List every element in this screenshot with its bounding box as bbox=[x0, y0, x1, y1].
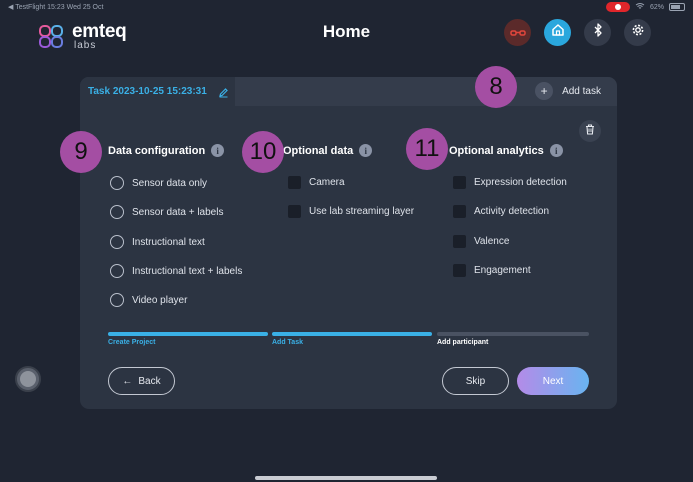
checkbox[interactable] bbox=[288, 205, 301, 218]
radio-circle[interactable] bbox=[110, 293, 124, 307]
progress-step-create-project bbox=[108, 332, 268, 336]
info-icon[interactable]: i bbox=[549, 144, 563, 157]
radio-option[interactable]: Instructional text bbox=[110, 235, 205, 249]
checkbox-label: Expression detection bbox=[474, 177, 567, 188]
status-time: 15:23 bbox=[47, 4, 65, 11]
checkbox-option[interactable]: Use lab streaming layer bbox=[288, 205, 414, 218]
back-button-label: Back bbox=[138, 375, 161, 387]
optional-analytics-title: Optional analytics i bbox=[449, 144, 563, 157]
add-task-button[interactable]: + Add task bbox=[535, 82, 601, 100]
progress-label-add-participant: Add participant bbox=[437, 339, 489, 346]
progress-label-create-project: Create Project bbox=[108, 339, 156, 346]
status-bar-left: ◀ TestFlight 15:23 Wed 25 Oct bbox=[8, 3, 103, 11]
radio-circle[interactable] bbox=[110, 176, 124, 190]
progress-step-add-task bbox=[272, 332, 432, 336]
trash-icon bbox=[585, 122, 595, 140]
tab-task[interactable]: Task 2023-10-25 15:23:31 bbox=[80, 77, 235, 106]
checkbox[interactable] bbox=[453, 176, 466, 189]
glasses-button[interactable] bbox=[504, 19, 531, 46]
battery-percent: 62% bbox=[649, 3, 664, 11]
assistive-touch-button[interactable] bbox=[15, 366, 41, 392]
optional-data-title: Optional data i bbox=[283, 144, 373, 157]
checkbox[interactable] bbox=[453, 235, 466, 248]
task-setup-card: Task 2023-10-25 15:23:31 + Add task Data… bbox=[80, 77, 617, 409]
back-to-app-link[interactable]: ◀ TestFlight bbox=[8, 4, 45, 11]
optional-analytics-label: Optional analytics bbox=[449, 144, 544, 157]
checkbox-option[interactable]: Camera bbox=[288, 176, 345, 189]
add-task-label: Add task bbox=[562, 85, 601, 97]
radio-option[interactable]: Sensor data only bbox=[110, 176, 207, 190]
logo-sub-text: labs bbox=[74, 40, 97, 51]
screen-recording-icon bbox=[605, 2, 630, 12]
progress-step-add-participant bbox=[437, 332, 589, 336]
next-button[interactable]: Next bbox=[517, 367, 589, 395]
task-tab-label: Task 2023-10-25 15:23:31 bbox=[88, 86, 207, 97]
bluetooth-icon bbox=[593, 23, 603, 42]
delete-task-button[interactable] bbox=[579, 120, 601, 142]
radio-label: Sensor data + labels bbox=[132, 206, 224, 218]
data-configuration-title: Data configuration i bbox=[108, 144, 225, 157]
callout-marker-8: 8 bbox=[475, 66, 517, 108]
checkbox-label: Use lab streaming layer bbox=[309, 206, 415, 217]
home-indicator[interactable] bbox=[255, 476, 437, 480]
checkbox-label: Engagement bbox=[474, 265, 531, 276]
radio-circle[interactable] bbox=[110, 235, 124, 249]
settings-button[interactable] bbox=[624, 19, 651, 46]
checkbox[interactable] bbox=[288, 176, 301, 189]
battery-icon bbox=[669, 3, 685, 11]
home-button[interactable] bbox=[544, 19, 571, 46]
callout-marker-10: 10 bbox=[242, 131, 284, 173]
checkbox-option[interactable]: Engagement bbox=[453, 264, 531, 277]
radio-label: Video player bbox=[132, 294, 188, 306]
checkbox-option[interactable]: Valence bbox=[453, 235, 509, 248]
wifi-icon bbox=[635, 2, 645, 12]
callout-marker-9: 9 bbox=[60, 131, 102, 173]
checkbox[interactable] bbox=[453, 264, 466, 277]
optional-data-label: Optional data bbox=[283, 144, 354, 157]
radio-option[interactable]: Instructional text + labels bbox=[110, 264, 242, 278]
skip-button-label: Skip bbox=[465, 375, 486, 387]
data-configuration-label: Data configuration bbox=[108, 144, 206, 157]
radio-label: Instructional text bbox=[132, 236, 205, 248]
radio-label: Sensor data only bbox=[132, 177, 208, 189]
callout-marker-11: 11 bbox=[406, 128, 448, 170]
checkbox[interactable] bbox=[453, 205, 466, 218]
gear-icon bbox=[631, 23, 645, 42]
progress-label-add-task: Add Task bbox=[272, 339, 303, 346]
checkbox-option[interactable]: Activity detection bbox=[453, 205, 549, 218]
checkbox-option[interactable]: Expression detection bbox=[453, 176, 567, 189]
checkbox-label: Activity detection bbox=[474, 206, 550, 217]
skip-button[interactable]: Skip bbox=[442, 367, 509, 395]
info-icon[interactable]: i bbox=[359, 144, 373, 157]
status-date: Wed 25 Oct bbox=[66, 4, 104, 11]
plus-icon: + bbox=[535, 82, 554, 100]
status-bar-right: 62% bbox=[605, 2, 685, 12]
task-tab-bar: Task 2023-10-25 15:23:31 + Add task bbox=[80, 77, 617, 106]
next-button-label: Next bbox=[542, 375, 564, 387]
pencil-icon[interactable] bbox=[218, 85, 229, 103]
back-button[interactable]: ← Back bbox=[108, 367, 175, 395]
glasses-icon bbox=[509, 24, 526, 42]
radio-option[interactable]: Sensor data + labels bbox=[110, 205, 223, 219]
radio-option[interactable]: Video player bbox=[110, 293, 187, 307]
arrow-left-icon: ← bbox=[122, 375, 133, 387]
radio-circle[interactable] bbox=[110, 264, 124, 278]
checkbox-label: Camera bbox=[309, 177, 345, 188]
home-icon bbox=[551, 23, 565, 42]
checkbox-label: Valence bbox=[474, 236, 510, 247]
radio-circle[interactable] bbox=[110, 205, 124, 219]
status-bar: ◀ TestFlight 15:23 Wed 25 Oct 62% bbox=[0, 0, 693, 14]
info-icon[interactable]: i bbox=[211, 144, 225, 157]
radio-label: Instructional text + labels bbox=[132, 265, 243, 277]
header-actions bbox=[504, 19, 651, 46]
bluetooth-button[interactable] bbox=[584, 19, 611, 46]
